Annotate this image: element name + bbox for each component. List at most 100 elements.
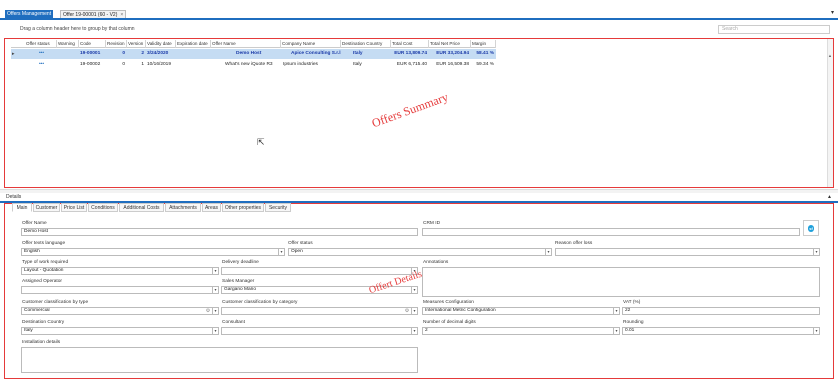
annotations-textarea[interactable]	[422, 267, 820, 297]
tab-conditions[interactable]: Conditions	[88, 203, 118, 212]
table-row[interactable]: ••• 19-00002 0 1 10/16/2019 What's new i…	[11, 60, 496, 70]
rounding-select[interactable]: 0.01 ▾	[622, 327, 820, 335]
column-header-warning[interactable]: Warning	[57, 40, 79, 48]
offer-status-label: Offer status	[288, 241, 313, 246]
vat-field[interactable]: 22	[622, 307, 820, 315]
chevron-down-icon[interactable]: ▾	[411, 308, 417, 314]
measures-configuration-select[interactable]: International Metric Configuration ▾	[422, 307, 620, 315]
tab-price-list[interactable]: Price List	[61, 203, 87, 212]
company-name-cell: Apice Consulting S.r.l.	[291, 51, 341, 56]
rounding-label: Rounding	[623, 320, 644, 325]
chevron-down-icon[interactable]: ▾	[613, 308, 619, 314]
column-header-revision[interactable]: Revision	[106, 40, 127, 48]
reason-offer-loss-select[interactable]: ▾	[555, 248, 820, 256]
assigned-operator-select[interactable]: ▾	[21, 286, 219, 294]
row-indicator-icon: ▸	[12, 51, 15, 57]
chevron-down-icon[interactable]: ▾	[813, 328, 819, 334]
column-header-total-cost[interactable]: Total Cost	[391, 40, 429, 48]
column-header-company-name[interactable]: Company Name	[281, 40, 341, 48]
chevron-down-icon[interactable]: ▾	[278, 249, 284, 255]
search-input[interactable]: Search	[718, 25, 830, 34]
decimal-digits-select[interactable]: 2 ▾	[422, 327, 620, 335]
column-header-expiration-date[interactable]: Expiration date	[176, 40, 211, 48]
tab-offers-management[interactable]: Offers Management	[5, 10, 54, 18]
grouping-bar[interactable]: Drag a column header here to group by th…	[4, 23, 834, 35]
column-header-code[interactable]: Code	[79, 40, 106, 48]
classification-type-select[interactable]: Commercial ⚙ ▾	[21, 307, 219, 315]
close-icon[interactable]: ×	[120, 12, 123, 18]
classification-category-select[interactable]: ⚙ ▾	[221, 307, 418, 315]
total-net-price-cell: EUR 16,509.38	[436, 62, 469, 67]
destination-country-cell: Italy	[353, 62, 362, 67]
tab-additional-costs[interactable]: Additional Costs	[119, 203, 164, 212]
tab-attachments[interactable]: Attachments	[165, 203, 201, 212]
column-header-offer-name[interactable]: Offer Name	[211, 40, 281, 48]
total-cost-cell: EUR 6,715.40	[396, 62, 427, 67]
chevron-up-icon[interactable]: ▲	[827, 194, 832, 200]
measures-configuration-label: Measures Configuration	[423, 300, 474, 305]
delivery-deadline-label: Delivery deadline	[222, 260, 259, 265]
column-header-version[interactable]: Version	[127, 40, 146, 48]
revision-cell: 0	[122, 51, 125, 56]
classification-category-label: Customer classification by category	[222, 300, 298, 305]
tab-offer-detail[interactable]: Offer 19-00001 (60 - V2) ×	[60, 10, 127, 18]
chevron-down-icon[interactable]: ▾	[212, 268, 218, 274]
gear-icon[interactable]: ⚙	[205, 308, 211, 314]
offer-name-field[interactable]: Demo Host	[21, 228, 418, 236]
chevron-down-icon[interactable]: ▾	[212, 308, 218, 314]
tab-security[interactable]: Security	[265, 203, 291, 212]
offer-status-icon[interactable]: •••	[25, 60, 57, 70]
consultant-label: Consultant	[222, 320, 245, 325]
margin-cell: 59.34 %	[476, 62, 494, 67]
details-header: Details ▲	[0, 193, 838, 203]
crm-id-label: CRM ID	[423, 221, 441, 226]
chevron-down-icon[interactable]: ▾	[411, 328, 417, 334]
work-type-label: Type of work required	[22, 260, 69, 265]
tab-other-properties[interactable]: Other properties	[222, 203, 264, 212]
tab-main[interactable]: Main	[12, 203, 32, 212]
warning-cell	[57, 49, 79, 59]
company-name-cell: Ipsum industries	[283, 62, 318, 67]
destination-country-select[interactable]: Italy ▾	[21, 327, 219, 335]
offer-status-select[interactable]: Open ▾	[288, 248, 552, 256]
crm-id-field[interactable]	[422, 228, 800, 236]
salesforce-icon[interactable]: sf	[803, 220, 819, 236]
document-tab-strip: Offers Management Offer 19-00001 (60 - V…	[0, 0, 838, 20]
chevron-down-icon[interactable]: ▾	[813, 249, 819, 255]
chevron-down-icon[interactable]: ▾	[831, 9, 834, 16]
tab-customer[interactable]: Customer	[33, 203, 60, 212]
revision-cell: 0	[122, 62, 125, 67]
work-type-select[interactable]: Layout - Quotation ▾	[21, 267, 219, 275]
column-header-validity-date[interactable]: Validity date	[146, 40, 176, 48]
table-row[interactable]: ▸ ••• 19-00001 0 2 3/24/2020 Demo Host A…	[11, 49, 496, 59]
version-cell: 2	[141, 51, 144, 56]
column-header-destination-country[interactable]: Destination Country	[341, 40, 391, 48]
annotations-label: Annotations	[423, 260, 449, 265]
chevron-down-icon[interactable]: ▾	[613, 328, 619, 334]
consultant-select[interactable]: ▾	[221, 327, 418, 335]
offer-language-select[interactable]: English ▾	[21, 248, 285, 256]
offer-name-cell: Demo Host	[236, 51, 262, 56]
vertical-scrollbar[interactable]: ▲	[827, 39, 833, 187]
chevron-up-icon[interactable]: ▲	[828, 53, 832, 58]
chevron-down-icon[interactable]: ▾	[212, 328, 218, 334]
tab-areas[interactable]: Areas	[202, 203, 221, 212]
validity-date-cell: 10/16/2019	[147, 62, 172, 67]
mouse-cursor-icon: ⇱	[257, 137, 265, 147]
chevron-down-icon[interactable]: ▾	[212, 287, 218, 293]
gear-icon[interactable]: ⚙	[404, 308, 410, 314]
chevron-down-icon[interactable]: ▾	[411, 287, 417, 293]
delivery-deadline-picker[interactable]: ▾	[221, 267, 418, 275]
installation-details-textarea[interactable]	[21, 347, 418, 373]
sales-manager-label: Sales Manager	[222, 279, 255, 284]
reason-offer-loss-label: Reason offer loss	[555, 241, 593, 246]
column-header-margin[interactable]: Margin	[471, 40, 496, 48]
column-header-total-net-price[interactable]: Total Net Price	[429, 40, 471, 48]
chevron-down-icon[interactable]: ▾	[545, 249, 551, 255]
offer-name-label: Offer Name	[22, 221, 47, 226]
column-header-offer-status[interactable]: Offer status	[25, 40, 57, 48]
grid-header: Offer status Warning Code Revision Versi…	[11, 40, 496, 48]
code-cell: 19-00002	[80, 62, 101, 67]
offer-status-icon[interactable]: •••	[25, 49, 57, 59]
offer-name-cell: What's new iQuote R3	[225, 62, 273, 67]
